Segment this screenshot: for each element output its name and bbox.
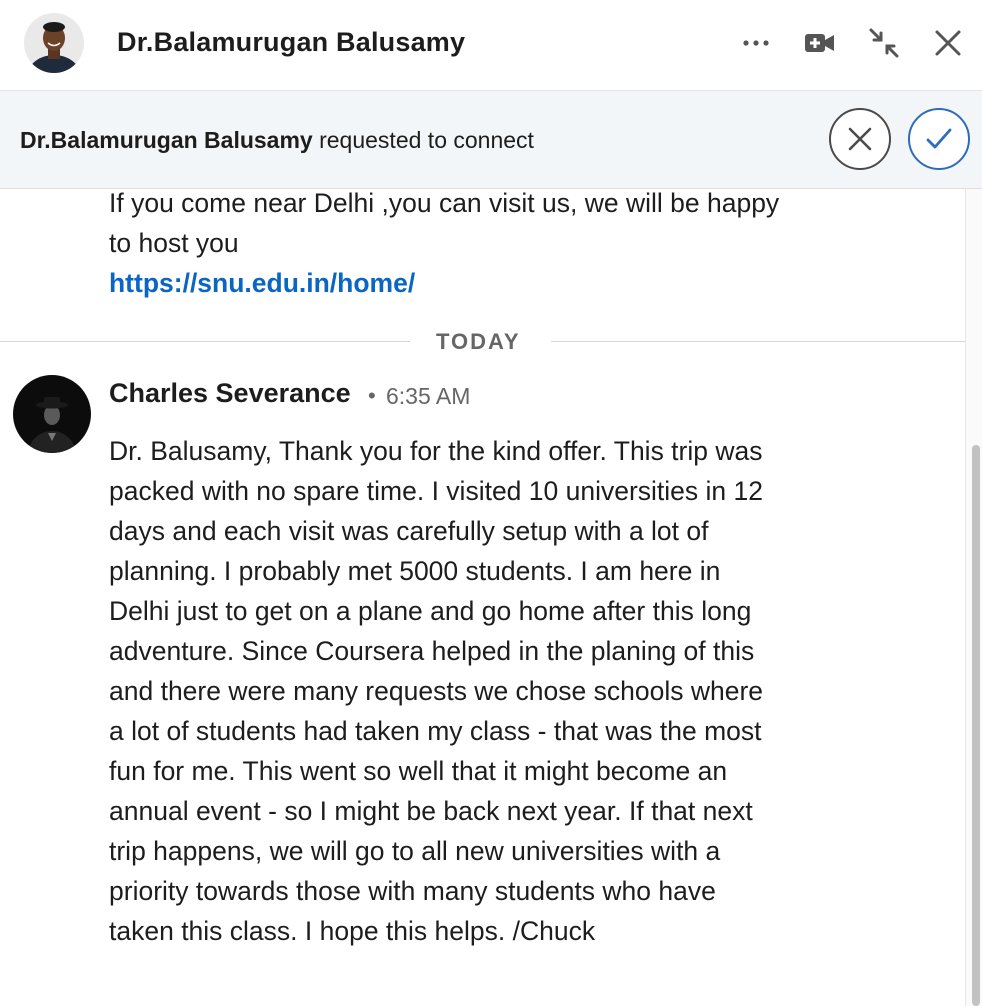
- message-line: Delhi just to get on a plane and go home…: [109, 596, 752, 626]
- decline-request-button[interactable]: [829, 108, 891, 170]
- message-line: taken this class. I hope this helps. /Ch…: [109, 916, 596, 946]
- request-label: requested to connect: [319, 127, 534, 153]
- date-divider-line: [0, 341, 410, 342]
- sender-name[interactable]: Charles Severance: [109, 378, 351, 409]
- conversation-header: Dr.Balamurugan Balusamy: [0, 0, 982, 91]
- message-line: trip happens, we will go to all new univ…: [109, 836, 721, 866]
- check-icon: [926, 128, 952, 149]
- message-body: Dr. Balusamy, Thank you for the kind off…: [109, 431, 763, 951]
- more-options-button[interactable]: [733, 20, 779, 66]
- accept-request-button[interactable]: [908, 108, 970, 170]
- video-call-button[interactable]: [797, 20, 843, 66]
- video-call-icon: [805, 34, 834, 52]
- close-button[interactable]: [925, 20, 971, 66]
- contact-avatar[interactable]: [24, 13, 84, 73]
- message-line: packed with no spare time. I visited 10 …: [109, 476, 763, 506]
- messaging-window: Dr.Balamurugan Balusamy Dr.Balamurugan B…: [0, 0, 982, 1006]
- message-link[interactable]: https://snu.edu.in/home/: [109, 263, 415, 303]
- date-divider-line: [551, 341, 965, 342]
- message-line: planning. I probably met 5000 students. …: [109, 556, 721, 586]
- more-icon: [743, 40, 769, 46]
- previous-message-line: If you come near Delhi ,you can visit us…: [109, 188, 780, 218]
- message-line: fun for me. This went so well that it mi…: [109, 756, 728, 786]
- message-line: annual event - so I might be back next y…: [109, 796, 753, 826]
- scrollbar-thumb[interactable]: [972, 445, 980, 1006]
- message-timestamp: 6:35 AM: [386, 383, 471, 409]
- minimize-icon: [869, 28, 899, 58]
- connection-request-text: Dr.Balamurugan Balusamy requested to con…: [20, 127, 534, 154]
- date-divider-label: TODAY: [436, 329, 521, 354]
- minimize-button[interactable]: [861, 20, 907, 66]
- message-line: adventure. Since Coursera helped in the …: [109, 636, 755, 666]
- message-line: and there were many requests we chose sc…: [109, 676, 764, 706]
- sender-avatar[interactable]: [13, 375, 91, 453]
- x-icon: [848, 127, 872, 151]
- message-line: a lot of students had taken my class - t…: [109, 716, 762, 746]
- contact-name[interactable]: Dr.Balamurugan Balusamy: [117, 27, 465, 58]
- close-icon: [935, 30, 961, 56]
- meta-separator: •: [368, 383, 376, 408]
- previous-message-line: to host you: [109, 228, 239, 258]
- message-line: days and each visit was carefully setup …: [109, 516, 709, 546]
- message-line: Dr. Balusamy, Thank you for the kind off…: [109, 436, 763, 466]
- requester-name[interactable]: Dr.Balamurugan Balusamy: [20, 127, 313, 153]
- message-line: priority towards those with many student…: [109, 876, 716, 906]
